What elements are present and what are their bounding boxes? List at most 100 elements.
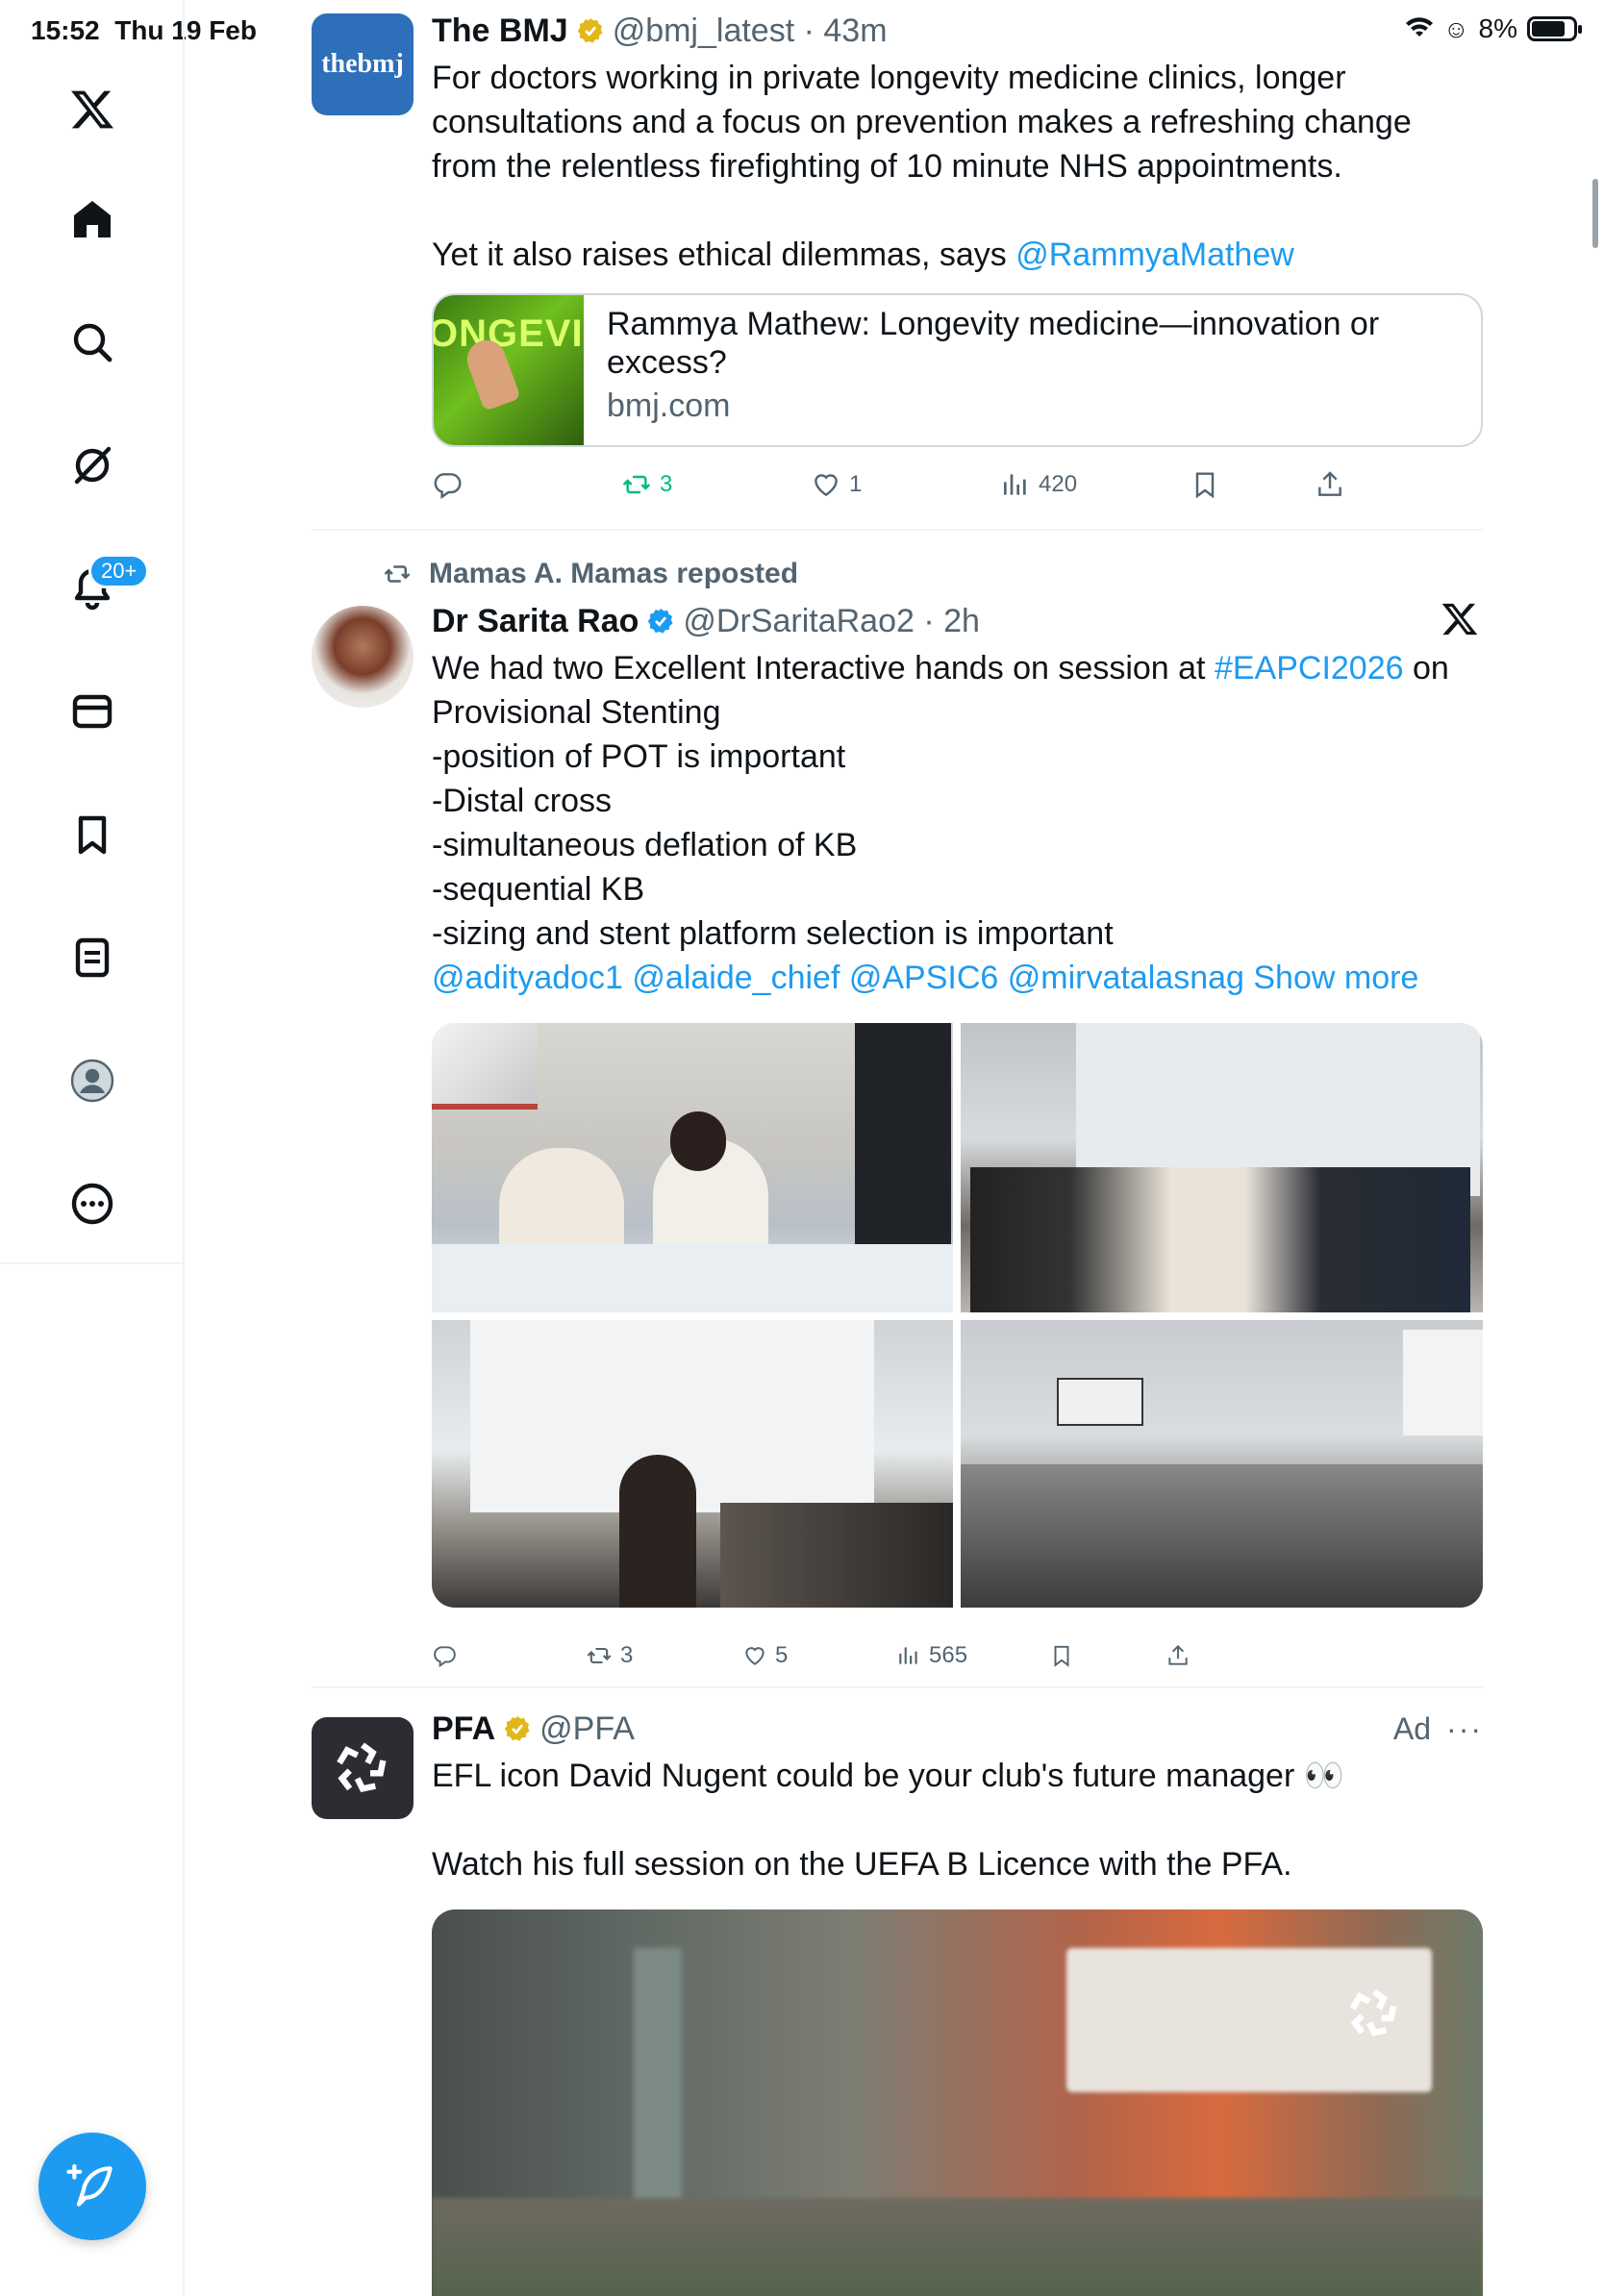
reply-button[interactable] (432, 1643, 457, 1668)
repost-context[interactable]: Mamas A. Mamas reposted (383, 558, 798, 590)
tweet-actions: 3 1 420 (432, 463, 1483, 506)
author-handle[interactable]: @bmj_latest (613, 12, 794, 50)
tweet-line: -position of POT is important (432, 738, 846, 775)
tweet-paragraph: For doctors working in private longevity… (432, 60, 1412, 185)
share-button[interactable] (1165, 1643, 1190, 1668)
like-count: 1 (849, 471, 863, 497)
avatar-logo-text: thebmj (321, 49, 404, 79)
notifications-badge: 20+ (88, 554, 150, 588)
author-handle[interactable]: @PFA (539, 1710, 635, 1748)
tweet-header: Dr Sarita Rao @DrSaritaRao2 · 2h (432, 600, 1483, 642)
verified-gold-icon (577, 17, 603, 43)
heart-icon (815, 474, 838, 497)
sidebar: 20+ (0, 0, 185, 2296)
avatar[interactable]: thebmj (312, 13, 414, 115)
photo-group[interactable] (961, 1023, 1483, 1312)
tweet-line: Provisional Stenting (432, 694, 721, 731)
views-button[interactable]: 565 (896, 1642, 967, 1669)
tweet-header: PFA @PFA (432, 1708, 1483, 1750)
tweet-line: -Distal cross (432, 783, 613, 819)
like-count: 5 (775, 1642, 789, 1668)
reply-icon (434, 473, 462, 499)
separator-dot: · (914, 602, 944, 639)
separator-dot: · (794, 12, 824, 49)
tweet-text: For doctors working in private longevity… (432, 56, 1483, 277)
more-options-icon[interactable]: ··· (1446, 1711, 1483, 1747)
tweet-text: EFL icon David Nugent could be your club… (432, 1754, 1483, 1886)
verified-gold-icon (504, 1715, 530, 1741)
repost-label: Mamas A. Mamas reposted (429, 558, 799, 589)
tweet-time[interactable]: 43m (823, 12, 887, 50)
share-button[interactable] (1315, 469, 1345, 500)
more-icon[interactable] (54, 1165, 131, 1242)
retweet-button[interactable]: 3 (621, 469, 672, 500)
tweet-pfa-ad[interactable]: PFA @PFA EFL icon David Nugent could be … (312, 1708, 1483, 2296)
retweet-count: 3 (660, 471, 673, 497)
tweet-bmj[interactable]: thebmj The BMJ @bmj_latest · 43m For doc… (312, 10, 1483, 529)
avatar[interactable] (312, 1717, 414, 1819)
author-name[interactable]: The BMJ (432, 12, 568, 50)
show-more-link[interactable]: Show more (1253, 960, 1418, 996)
photo-panelists[interactable] (432, 1023, 953, 1312)
ad-video[interactable] (432, 1909, 1483, 2296)
media-grid (432, 1023, 1483, 1608)
author-name[interactable]: Dr Sarita Rao (432, 603, 639, 640)
pfa-logo-icon (337, 1742, 387, 1792)
tweet-header: The BMJ @bmj_latest · 43m (432, 10, 1483, 52)
tweet-time[interactable]: 2h (943, 603, 980, 640)
lists-icon[interactable] (54, 919, 131, 996)
card-thumbnail: ONGEVIT (434, 295, 584, 445)
tweet-line: -sequential KB (432, 871, 645, 908)
messages-icon[interactable] (54, 673, 131, 750)
compose-feather-icon (66, 2163, 113, 2207)
x-logo-icon[interactable] (54, 71, 131, 148)
mention-link[interactable]: @RammyaMathew (1015, 237, 1294, 273)
tweet-actions: 3 5 565 (432, 1635, 1483, 1677)
views-count: 420 (1039, 471, 1078, 497)
share-icon (1318, 471, 1341, 496)
x-logo-icon (1441, 600, 1483, 642)
views-chart-icon (899, 1647, 917, 1664)
tweet-divider (312, 529, 1483, 531)
bookmark-button[interactable] (1190, 469, 1220, 500)
tweet-text: We had two Excellent Interactive hands o… (432, 646, 1483, 1000)
mention-links[interactable]: @adityadoc1 @alaide_chief @APSIC6 @mirva… (432, 960, 1244, 996)
tweet-paragraph: Yet it also raises ethical dilemmas, say… (432, 237, 1294, 273)
bookmark-button[interactable] (1049, 1643, 1074, 1668)
retweet-icon (384, 565, 411, 583)
like-button[interactable]: 5 (742, 1642, 788, 1669)
search-icon[interactable] (54, 304, 131, 381)
reply-button[interactable] (432, 469, 463, 500)
hashtag-link[interactable]: #EAPCI2026 (1215, 650, 1404, 686)
photo-room[interactable] (961, 1320, 1483, 1608)
avatar[interactable] (312, 606, 414, 708)
tweet-divider (312, 1686, 1483, 1688)
battery-percent: 8% (1478, 13, 1517, 43)
scrollbar-thumb[interactable] (1592, 179, 1598, 248)
tweet-paragraph: EFL icon David Nugent could be your club… (432, 1758, 1345, 1794)
retweet-button[interactable]: 3 (586, 1642, 633, 1669)
tweet-paragraph: Watch his full session on the UEFA B Lic… (432, 1846, 1292, 1883)
profile-avatar-icon[interactable] (54, 1042, 131, 1119)
ad-label: Ad (1392, 1710, 1432, 1746)
sidebar-divider (0, 1262, 185, 1264)
tweet-paragraph: We had two Excellent Interactive hands o… (432, 650, 1449, 686)
views-button[interactable]: 420 (1000, 469, 1077, 500)
author-handle[interactable]: @DrSaritaRao2 (683, 603, 915, 640)
tweet-line: -sizing and stent platform selection is … (432, 915, 1114, 952)
tweet-line: -simultaneous deflation of KB (432, 827, 858, 863)
author-name[interactable]: PFA (432, 1710, 495, 1748)
verified-blue-icon (648, 608, 673, 634)
like-button[interactable]: 1 (811, 469, 862, 500)
heart-icon (745, 1647, 764, 1665)
battery-icon (1527, 16, 1582, 41)
notifications-icon[interactable]: 20+ (54, 550, 150, 627)
grok-icon[interactable] (54, 427, 131, 504)
link-card[interactable]: ONGEVIT Rammya Mathew: Longevity medicin… (432, 293, 1483, 447)
tweet-sarita[interactable]: Mamas A. Mamas reposted Dr Sarita Rao @D… (312, 558, 1483, 1678)
bookmarks-icon[interactable] (54, 796, 131, 873)
retweet-icon (622, 475, 651, 494)
photo-speaker[interactable] (432, 1320, 953, 1608)
compose-button[interactable] (38, 2133, 146, 2240)
home-icon[interactable] (54, 181, 131, 258)
